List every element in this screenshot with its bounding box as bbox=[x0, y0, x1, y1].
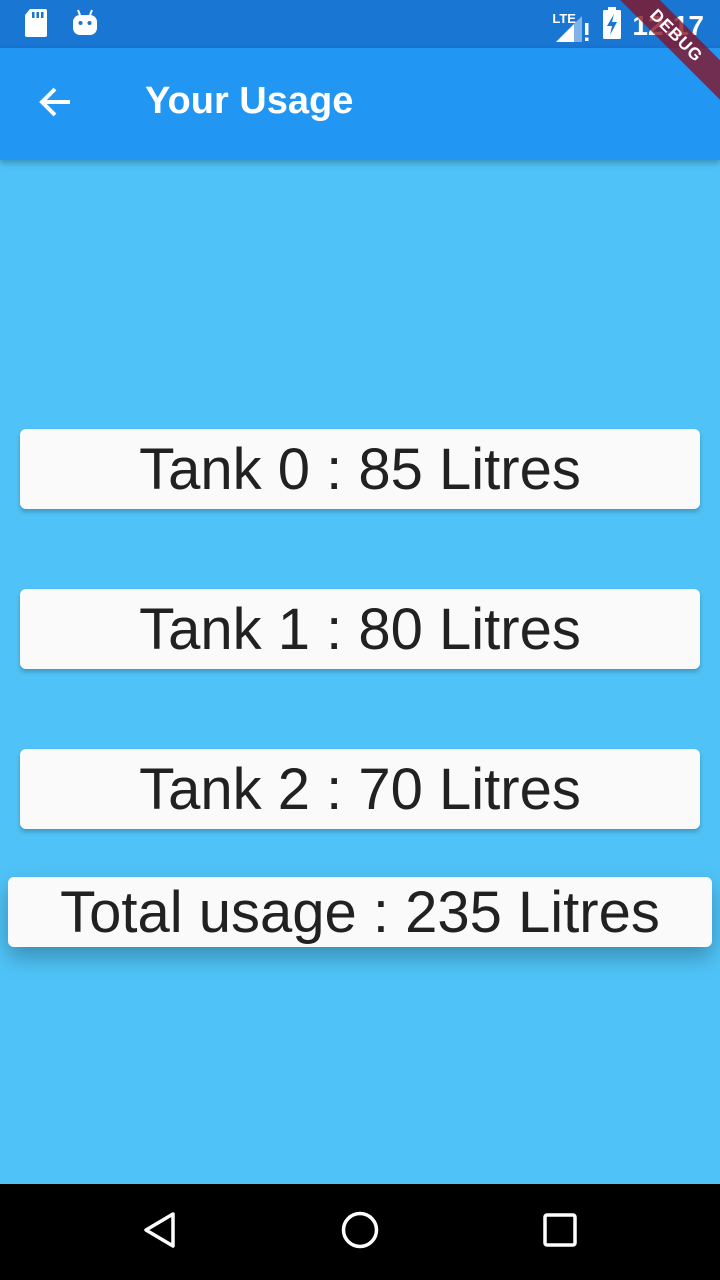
android-icon bbox=[72, 8, 98, 43]
recents-square-icon bbox=[540, 1210, 580, 1255]
arrow-back-icon bbox=[38, 84, 74, 125]
page-title: Your Usage bbox=[145, 80, 354, 122]
back-triangle-icon bbox=[140, 1210, 180, 1255]
back-button[interactable] bbox=[28, 76, 84, 132]
home-circle-icon bbox=[340, 1210, 380, 1255]
nav-back-button[interactable] bbox=[136, 1208, 184, 1256]
tank-2-usage: Tank 2 : 70 Litres bbox=[139, 756, 581, 822]
nav-home-button[interactable] bbox=[336, 1208, 384, 1256]
battery-charging-icon bbox=[602, 6, 622, 45]
status-left-icons bbox=[24, 8, 98, 43]
tank-0-card: Tank 0 : 85 Litres bbox=[20, 429, 700, 509]
usage-screen: LTE 12:17 DEBUG bbox=[0, 0, 720, 1280]
signal-icon: LTE bbox=[552, 9, 592, 43]
nav-recents-button[interactable] bbox=[536, 1208, 584, 1256]
tank-1-usage: Tank 1 : 80 Litres bbox=[139, 596, 581, 662]
status-bar: LTE 12:17 bbox=[0, 0, 720, 48]
total-usage-label: Total usage : 235 Litres bbox=[60, 879, 660, 945]
tank-0-usage: Tank 0 : 85 Litres bbox=[139, 436, 581, 502]
tank-2-card: Tank 2 : 70 Litres bbox=[20, 749, 700, 829]
tank-1-card: Tank 1 : 80 Litres bbox=[20, 589, 700, 669]
app-bar: Your Usage bbox=[0, 48, 720, 160]
navigation-bar bbox=[0, 1184, 720, 1280]
sd-card-icon bbox=[24, 8, 48, 43]
total-usage-card: Total usage : 235 Litres bbox=[8, 877, 712, 947]
